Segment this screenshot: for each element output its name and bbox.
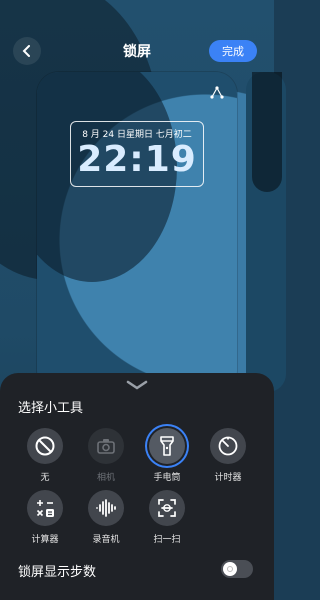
- flashlight-icon: [160, 436, 174, 456]
- timer-icon: [218, 436, 238, 456]
- tool-label: 录音机: [92, 535, 120, 545]
- tool-camera[interactable]: 相机: [78, 428, 134, 483]
- tool-label: 相机: [96, 473, 115, 483]
- camera-icon: [97, 439, 115, 454]
- tool-label: 计算器: [31, 535, 59, 545]
- tool-label: 扫一扫: [153, 535, 181, 545]
- voice-recorder-icon: [96, 499, 116, 517]
- tool-recorder[interactable]: 录音机: [78, 490, 134, 545]
- tool-camera-button[interactable]: [88, 428, 124, 464]
- tool-label: 计时器: [214, 473, 242, 483]
- steps-toggle[interactable]: [221, 560, 253, 578]
- clock-widget[interactable]: 8 月 24 日星期日 七月初二 22:19: [70, 121, 204, 187]
- tool-calculator[interactable]: 计算器: [17, 490, 73, 545]
- tool-calculator-button[interactable]: [27, 490, 63, 526]
- widget-picker-sheet: 选择小工具 无 相机 手电筒 计时器 计算器 录音机 扫一扫 锁屏显示步数: [0, 373, 274, 600]
- tool-timer[interactable]: 计时器: [200, 428, 256, 483]
- tool-none[interactable]: 无: [17, 428, 73, 483]
- tool-flashlight[interactable]: 手电筒: [139, 428, 195, 483]
- chevron-down-icon[interactable]: [125, 379, 149, 391]
- scan-icon: [158, 499, 176, 517]
- prohibited-icon: [35, 436, 55, 456]
- tool-label: 手电筒: [153, 473, 181, 483]
- layout-edit-icon[interactable]: [209, 85, 225, 101]
- tool-none-button[interactable]: [27, 428, 63, 464]
- toggle-knob: [223, 562, 237, 576]
- calculator-icon: [36, 500, 54, 517]
- lockscreen-preview[interactable]: [37, 72, 237, 392]
- tool-scan-button[interactable]: [149, 490, 185, 526]
- tool-scan[interactable]: 扫一扫: [139, 490, 195, 545]
- section-title: 选择小工具: [18, 401, 84, 416]
- time-text: 22:19: [77, 139, 197, 180]
- tool-label: 无: [40, 473, 50, 483]
- tool-recorder-button[interactable]: [88, 490, 124, 526]
- next-preview-card[interactable]: [246, 72, 286, 392]
- tool-flashlight-button[interactable]: [149, 428, 185, 464]
- steps-toggle-label: 锁屏显示步数: [18, 565, 97, 580]
- tool-timer-button[interactable]: [210, 428, 246, 464]
- done-button[interactable]: 完成: [209, 40, 257, 62]
